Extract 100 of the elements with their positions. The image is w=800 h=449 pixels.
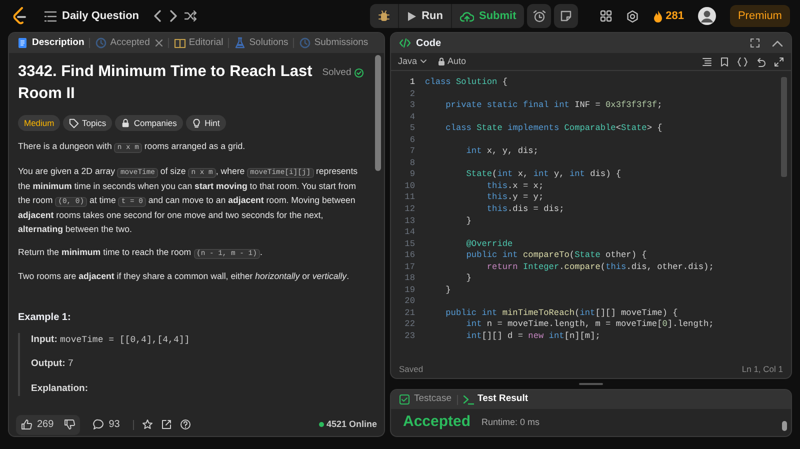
cursor-position: Ln 1, Col 1 <box>742 362 783 376</box>
premium-button[interactable]: Premium <box>730 5 790 27</box>
bug-icon <box>378 10 390 22</box>
code-line: int n = moveTime.length, m = moveTime[0].length; <box>465 319 714 332</box>
code-line: } <box>465 273 472 285</box>
code-line: this.dis = dis; <box>486 204 564 216</box>
list-icon <box>44 10 56 22</box>
example-line: Input: moveTime = [[0,4],[4,4]] <box>31 332 191 347</box>
tab[interactable]: Editorial <box>174 36 224 50</box>
code-line: this.y = y; <box>486 192 544 204</box>
shuffle-icon[interactable] <box>184 10 198 22</box>
bookmark-icon[interactable] <box>720 56 729 66</box>
alarm-clock-icon <box>532 10 546 22</box>
tag-button[interactable]: Topics <box>62 115 112 131</box>
cloud-upload-icon <box>460 10 474 22</box>
grid-icon[interactable] <box>600 10 612 22</box>
bulb-icon <box>192 118 202 128</box>
panel-title: Code <box>416 36 441 50</box>
logo-icon[interactable] <box>12 7 28 25</box>
caret-icon <box>420 59 427 64</box>
line-number: 17 <box>404 262 415 274</box>
flame-icon <box>652 10 663 22</box>
debug-button[interactable] <box>370 4 398 28</box>
format-icon[interactable] <box>702 56 712 66</box>
line-number: 1 <box>408 77 415 89</box>
run-button[interactable]: Run <box>398 4 451 28</box>
tab[interactable]: Solutions <box>234 36 288 50</box>
code-line: } <box>444 284 451 296</box>
code-icon <box>399 38 411 48</box>
chevron-left-icon[interactable] <box>152 10 163 22</box>
tab[interactable]: Testcase <box>399 392 452 407</box>
line-number: 11 <box>404 192 415 204</box>
line-number: 10 <box>404 180 415 192</box>
tab[interactable]: Description <box>17 36 84 50</box>
line-number: 21 <box>404 308 415 320</box>
comments-button[interactable]: 93 <box>88 417 125 432</box>
line-number: 18 <box>404 273 415 285</box>
undo-icon[interactable] <box>756 56 766 66</box>
braces-icon[interactable] <box>737 56 748 66</box>
star-icon[interactable] <box>142 419 153 430</box>
notes-button[interactable] <box>554 4 578 28</box>
description-paragraph: Two rooms are adjacent if they share a common wall, either horizontally or vertically. <box>18 270 350 284</box>
tag-button[interactable]: Hint <box>186 115 226 131</box>
resize-handle[interactable] <box>579 383 603 385</box>
code-line: this.x = x; <box>486 180 544 192</box>
testcase-icon <box>399 394 410 405</box>
submit-button[interactable]: Submit <box>452 4 524 28</box>
auto-mode-button[interactable]: Auto <box>438 54 466 68</box>
chevron-up-icon[interactable] <box>772 40 783 46</box>
line-number: 2 <box>408 88 415 100</box>
chevron-right-icon[interactable] <box>168 10 178 22</box>
line-number: 8 <box>408 158 415 170</box>
editorial-icon <box>174 37 186 49</box>
line-number: 6 <box>408 134 415 146</box>
tag-icon <box>68 118 79 128</box>
tag-button[interactable]: Companies <box>114 115 183 131</box>
tab[interactable]: Accepted <box>95 36 163 50</box>
avatar-icon[interactable] <box>698 7 716 25</box>
share-icon[interactable] <box>160 419 172 430</box>
code-line: } <box>465 216 472 228</box>
close-icon[interactable] <box>154 39 163 47</box>
code-line: public int minTimeToReach(int[][] moveTime) { <box>444 308 678 320</box>
streak-button[interactable]: 281 <box>652 8 684 24</box>
solved-label: Solved <box>322 66 352 80</box>
note-icon <box>560 10 572 22</box>
line-number: 16 <box>404 250 415 262</box>
code-line: int x, y, dis; <box>465 146 538 158</box>
example-heading: Example 1: <box>18 310 72 325</box>
difficulty-badge[interactable]: Medium <box>18 115 60 131</box>
code-line: return Integer.compare(this.dis, other.dis); <box>486 262 714 274</box>
line-number: 4 <box>408 112 415 124</box>
code-line: class State implements Comparable<State> { <box>444 123 662 135</box>
save-status: Saved <box>399 362 424 376</box>
accepted-icon <box>95 37 108 49</box>
check-circle-icon <box>354 68 364 78</box>
daily-question-button[interactable]: Daily Question <box>44 8 140 24</box>
scrollbar[interactable] <box>782 421 787 431</box>
language-dropdown[interactable]: Java <box>398 54 427 68</box>
line-number: 7 <box>408 146 415 158</box>
line-number: 3 <box>408 100 415 112</box>
timer-button[interactable] <box>527 4 552 28</box>
scrollbar[interactable] <box>781 77 787 177</box>
line-number: 22 <box>404 319 415 332</box>
help-icon[interactable] <box>180 419 191 430</box>
lock-icon <box>120 118 131 128</box>
settings-icon[interactable] <box>626 10 639 22</box>
scrollbar[interactable] <box>375 55 381 171</box>
runtime-label: Runtime: 0 ms <box>482 416 540 429</box>
fullscreen-icon[interactable] <box>750 38 760 48</box>
comment-icon <box>92 419 104 430</box>
tab[interactable]: Submissions <box>299 36 368 50</box>
thumbs-down-icon <box>64 419 75 430</box>
tab[interactable]: Test Result <box>462 392 528 407</box>
example-line: Output: 7 <box>31 357 74 372</box>
expand-icon[interactable] <box>774 56 784 66</box>
line-number: 5 <box>408 123 415 135</box>
problem-title: 3342. Find Minimum Time to Reach Last Room II <box>18 62 314 104</box>
line-number: 12 <box>404 204 415 216</box>
play-icon <box>406 10 417 22</box>
code-line: public int compareTo(State other) { <box>465 250 647 262</box>
